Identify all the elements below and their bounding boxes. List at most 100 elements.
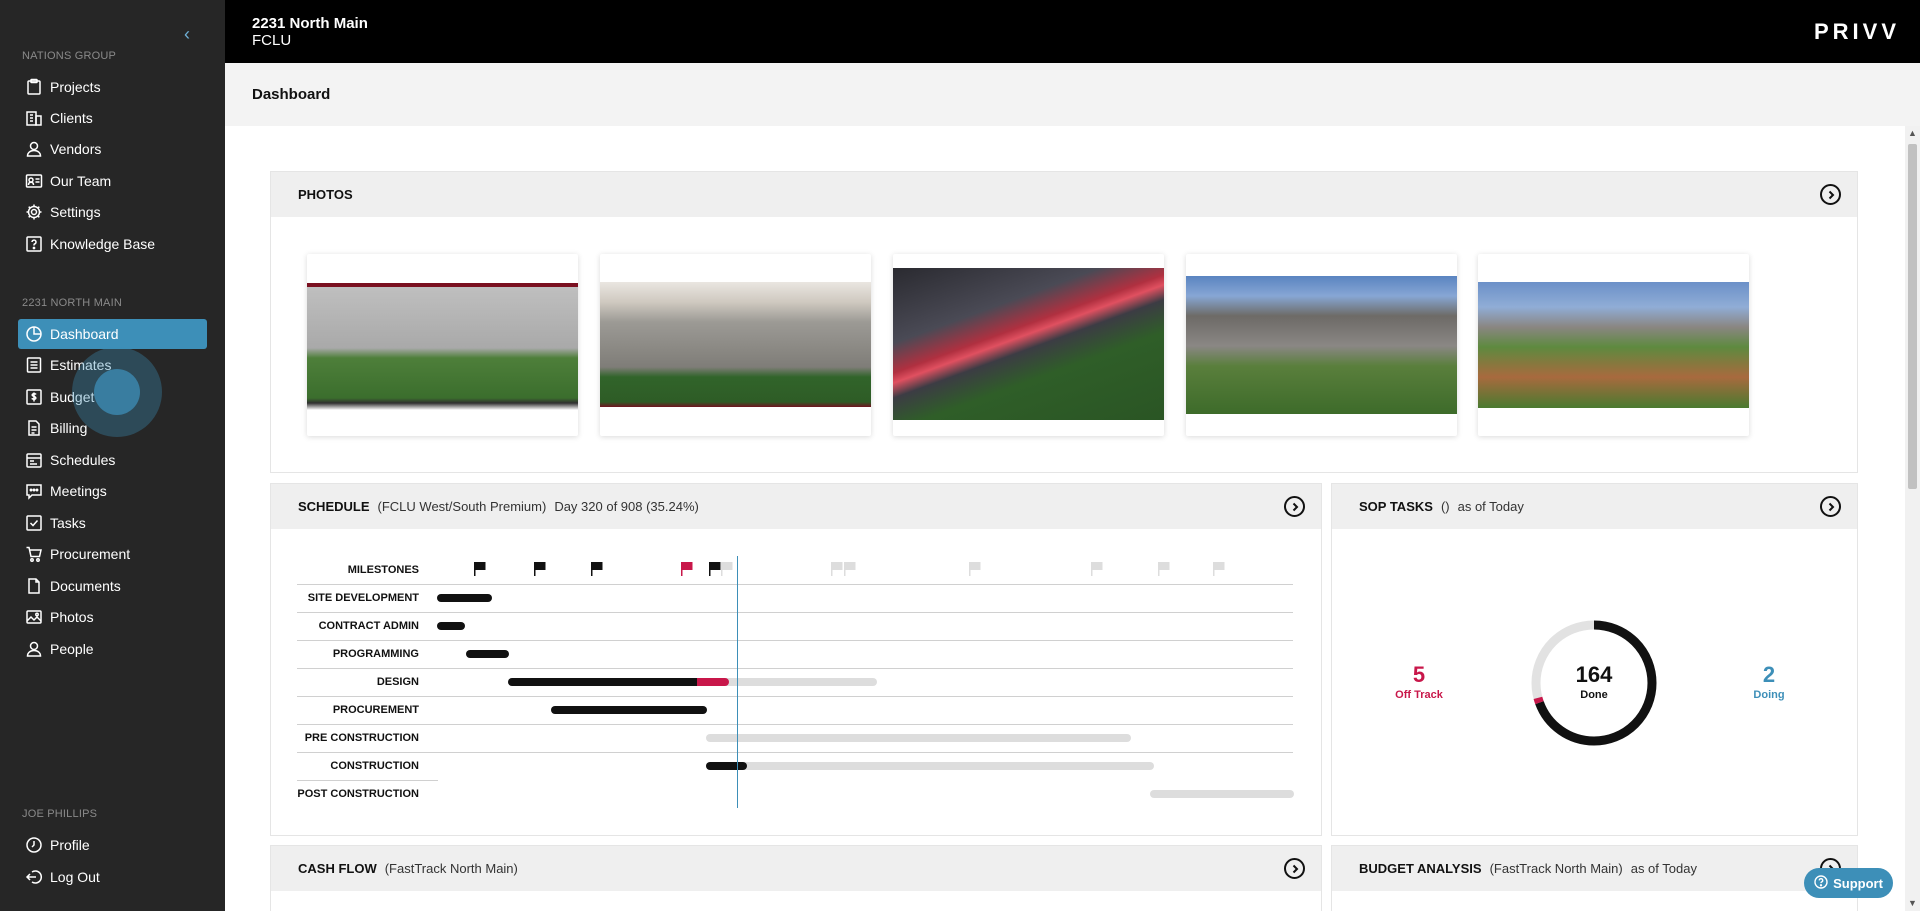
schedule-open-icon[interactable] xyxy=(1284,496,1305,517)
milestone-flag-icon[interactable] xyxy=(968,561,982,577)
person-icon xyxy=(25,640,43,658)
nav-vendors[interactable]: Vendors xyxy=(18,134,207,164)
row-divider xyxy=(297,724,1293,725)
milestone-flag-icon[interactable] xyxy=(680,561,694,577)
nav-photos[interactable]: Photos xyxy=(18,602,207,632)
sop-card-header: SOP TASKS () as of Today xyxy=(1332,484,1857,529)
milestone-flag-icon[interactable] xyxy=(720,561,734,577)
topbar: 2231 North Main FCLU PRIVV xyxy=(225,0,1920,63)
sop-open-icon[interactable] xyxy=(1820,496,1841,517)
nav-profile[interactable]: Profile xyxy=(18,830,207,860)
section-label-user: JOE PHILLIPS xyxy=(22,808,98,820)
nav-label: Our Team xyxy=(50,173,112,189)
gantt-bar-pre-construction[interactable] xyxy=(706,734,1131,742)
project-name: 2231 North Main xyxy=(252,15,368,32)
calendar-icon xyxy=(25,451,43,469)
photos-open-icon[interactable] xyxy=(1820,184,1841,205)
schedule-subtitle: (FCLU West/South Premium) xyxy=(377,499,547,514)
nav-meetings[interactable]: Meetings xyxy=(18,476,207,506)
gantt-bar-construction-remaining[interactable] xyxy=(706,762,1154,770)
cash-flow-card: CASH FLOW (FastTrack North Main) xyxy=(270,845,1322,911)
off-track-label: Off Track xyxy=(1395,689,1443,701)
milestone-flag-icon[interactable] xyxy=(473,561,487,577)
photo-thumbnail[interactable] xyxy=(1186,254,1457,436)
support-label: Support xyxy=(1833,875,1883,891)
nav-label: Projects xyxy=(50,79,101,95)
project-subtitle: FCLU xyxy=(252,32,292,49)
nav-settings[interactable]: Settings xyxy=(18,197,207,227)
nav-label: Settings xyxy=(50,204,101,220)
question-circle-icon xyxy=(1814,874,1828,892)
photo-thumbnail[interactable] xyxy=(307,254,578,436)
nav-our-team[interactable]: Our Team xyxy=(18,166,207,196)
done-label: Done xyxy=(1580,689,1608,701)
nav-tasks[interactable]: Tasks xyxy=(18,508,207,538)
nav-procurement[interactable]: Procurement xyxy=(18,539,207,569)
page-header: Dashboard xyxy=(225,63,1920,126)
nav-label: Clients xyxy=(50,110,93,126)
logout-icon xyxy=(25,868,43,886)
milestone-flag-icon[interactable] xyxy=(843,561,857,577)
nav-label: Billing xyxy=(50,420,88,436)
nav-label: Procurement xyxy=(50,546,131,562)
checkbox-icon xyxy=(25,514,43,532)
brand-logo[interactable]: PRIVV xyxy=(1814,19,1900,45)
milestone-flag-icon[interactable] xyxy=(533,561,547,577)
off-track-count[interactable]: 5 xyxy=(1379,662,1459,688)
main-scrollbar[interactable]: ▲ ▼ xyxy=(1905,126,1920,911)
gantt-bar-procurement[interactable] xyxy=(551,706,707,714)
gantt-bar-design-done[interactable] xyxy=(508,678,701,686)
milestone-flag-icon[interactable] xyxy=(1212,561,1226,577)
gantt-bar-contract-admin[interactable] xyxy=(437,622,465,630)
gantt-bar-post-construction[interactable] xyxy=(1150,790,1294,798)
today-line xyxy=(737,556,738,808)
row-label-construction: CONSTRUCTION xyxy=(330,760,419,772)
nav-label: Log Out xyxy=(50,869,100,885)
row-label-programming: PROGRAMMING xyxy=(332,648,419,660)
nav-clients[interactable]: Clients xyxy=(18,103,207,133)
scroll-up-icon[interactable]: ▲ xyxy=(1908,128,1917,138)
row-label-post-construction: POST CONSTRUCTION xyxy=(297,788,419,800)
schedule-card-header: SCHEDULE (FCLU West/South Premium) Day 3… xyxy=(271,484,1321,529)
clock-icon xyxy=(25,836,43,854)
nav-knowledge-base[interactable]: Knowledge Base xyxy=(18,229,207,259)
row-divider xyxy=(297,780,438,781)
doing-count[interactable]: 2 xyxy=(1729,662,1809,688)
cash-flow-open-icon[interactable] xyxy=(1284,858,1305,879)
nav-schedules[interactable]: Schedules xyxy=(18,445,207,475)
photo-thumbnail[interactable] xyxy=(1478,254,1749,436)
nav-label: Dashboard xyxy=(50,326,119,342)
milestone-flag-icon[interactable] xyxy=(1090,561,1104,577)
cash-flow-subtitle: (FastTrack North Main) xyxy=(384,861,518,876)
milestone-flag-icon[interactable] xyxy=(590,561,604,577)
gantt-bar-programming[interactable] xyxy=(466,650,509,658)
page-title: Dashboard xyxy=(252,86,331,103)
scroll-down-icon[interactable]: ▼ xyxy=(1908,898,1917,908)
nav-dashboard[interactable]: Dashboard xyxy=(18,319,207,349)
gantt-bar-construction-done[interactable] xyxy=(706,762,747,770)
row-divider xyxy=(297,612,1293,613)
section-label-project: 2231 NORTH MAIN xyxy=(22,297,122,309)
list-icon xyxy=(25,356,43,374)
gantt-bar-site-development[interactable] xyxy=(437,594,492,602)
photo-thumbnail[interactable] xyxy=(893,254,1164,436)
scrollbar-thumb[interactable] xyxy=(1908,144,1917,489)
photo-thumbnail[interactable] xyxy=(600,254,871,436)
nav-label: Photos xyxy=(50,609,94,625)
sidebar: ‹ NATIONS GROUP Projects Clients Vendors… xyxy=(0,0,225,911)
nav-people[interactable]: People xyxy=(18,634,207,664)
nav-label: Vendors xyxy=(50,141,102,157)
gantt-bar-design-late[interactable] xyxy=(697,678,729,686)
nav-documents[interactable]: Documents xyxy=(18,571,207,601)
row-label-contract-admin: CONTRACT ADMIN xyxy=(318,620,419,632)
nav-projects[interactable]: Projects xyxy=(18,72,207,102)
support-button[interactable]: Support xyxy=(1804,868,1893,898)
nav-log-out[interactable]: Log Out xyxy=(18,862,207,892)
collapse-sidebar-icon[interactable]: ‹ xyxy=(184,24,190,45)
cart-icon xyxy=(25,545,43,563)
nav-label: Schedules xyxy=(50,452,116,468)
nav-label: Tasks xyxy=(50,515,86,531)
building-icon xyxy=(25,109,43,127)
milestone-flag-icon[interactable] xyxy=(1157,561,1171,577)
milestone-flag-icon[interactable] xyxy=(830,561,844,577)
